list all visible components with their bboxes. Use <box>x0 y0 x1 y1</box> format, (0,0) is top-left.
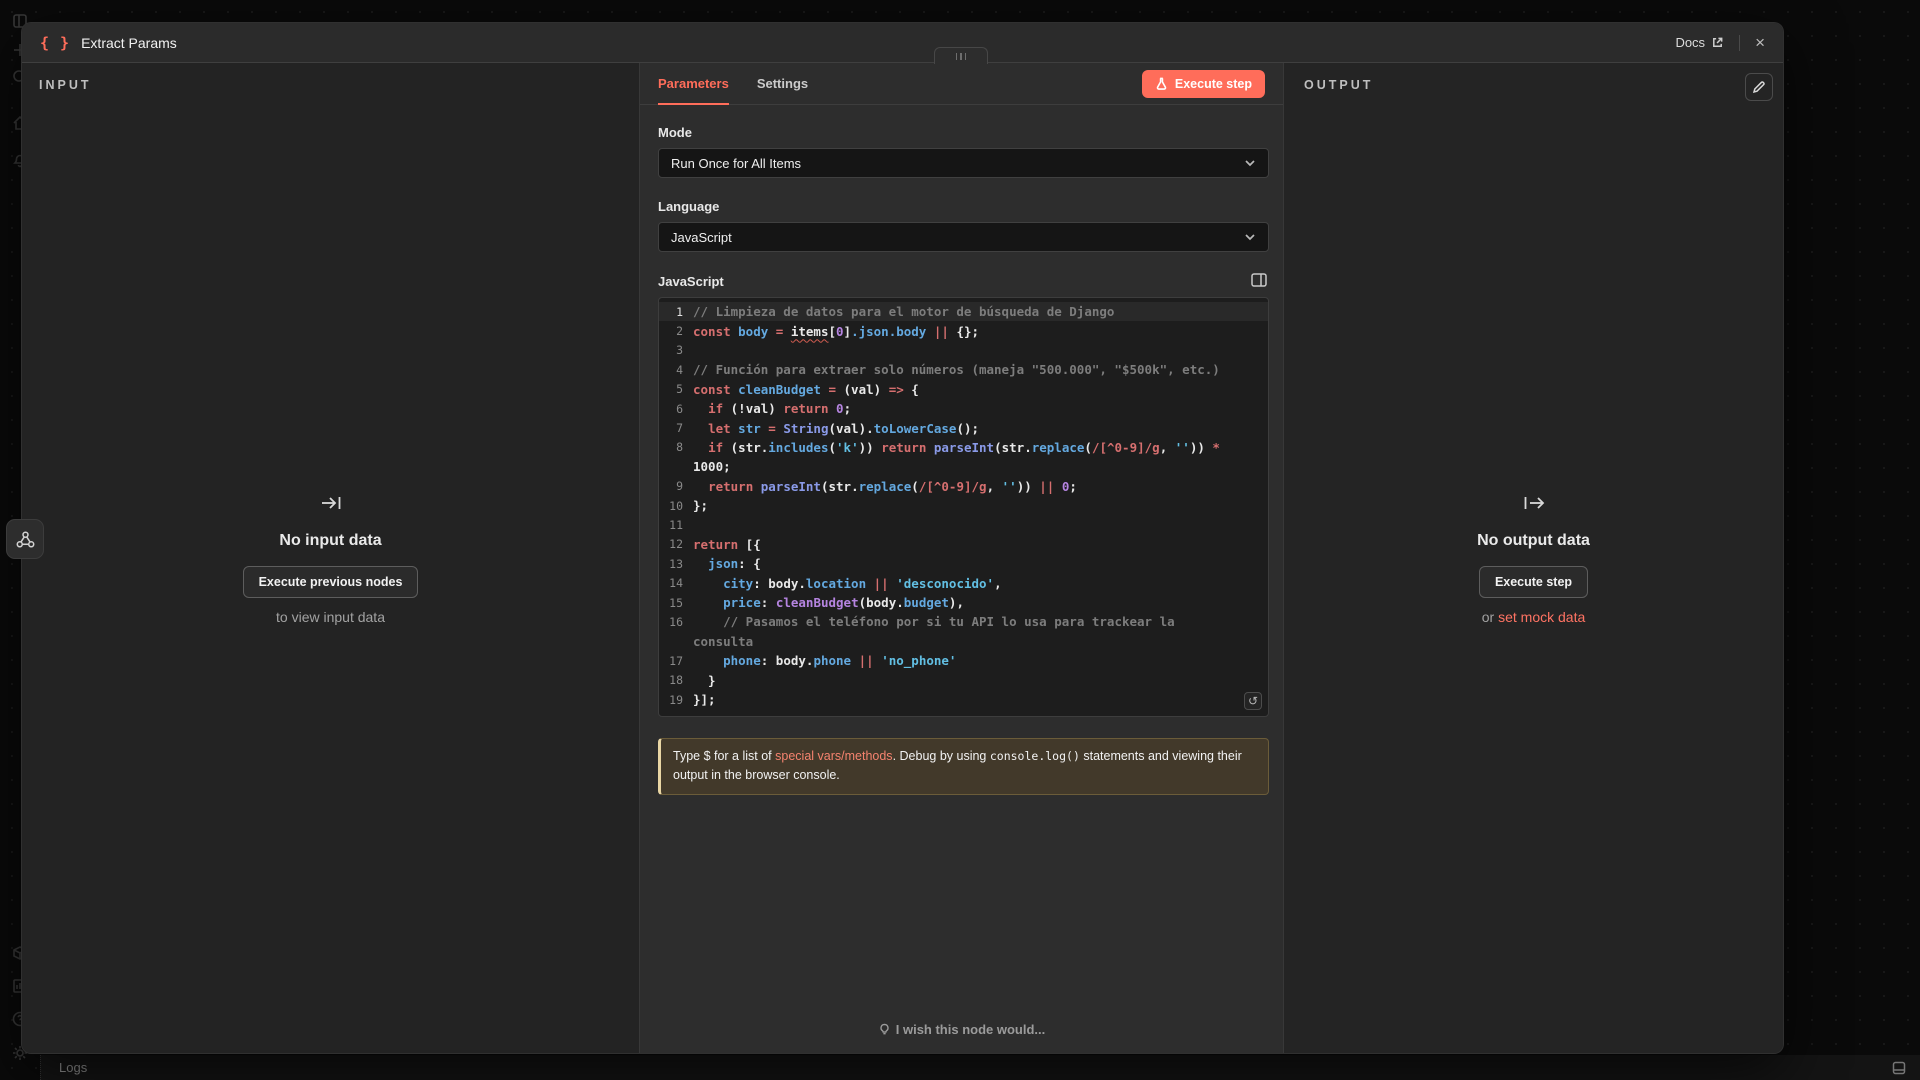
no-input-title: No input data <box>279 532 381 550</box>
code-line[interactable]: 14 city: body.location || 'desconocido', <box>659 573 1268 592</box>
code-line[interactable]: 16 // Pasamos el teléfono por si tu API … <box>659 612 1268 631</box>
logs-label: Logs <box>59 1060 87 1075</box>
hint-callout: Type $ for a list of special vars/method… <box>658 738 1269 795</box>
n8n-node-detail-view: { "colors": { "accent": "#ff6d5a", "call… <box>0 0 1920 1080</box>
panel-drag-handle[interactable] <box>934 47 988 64</box>
execute-step-label: Execute step <box>1175 77 1252 91</box>
input-empty-state: No input data Execute previous nodes to … <box>243 491 419 625</box>
pencil-icon <box>1752 80 1766 94</box>
console-log-code: console.log() <box>990 749 1080 763</box>
input-header: INPUT <box>39 78 92 92</box>
code-lines: 1// Limpieza de datos para el motor de b… <box>659 302 1268 709</box>
language-field: Language JavaScript <box>658 199 1269 252</box>
language-label: Language <box>658 199 1269 214</box>
code-line[interactable]: 13 json: { <box>659 554 1268 573</box>
webhook-icon <box>15 529 36 550</box>
flask-icon <box>1155 77 1168 90</box>
code-line[interactable]: 1000; <box>659 457 1268 476</box>
output-empty-state: No output data Execute step or set mock … <box>1477 491 1590 625</box>
code-editor-label: JavaScript <box>658 274 724 289</box>
modal-titlebar: { } Extract Params Docs × <box>22 23 1783 63</box>
chevron-down-icon <box>1244 157 1256 169</box>
code-line[interactable]: 7 let str = String(val).toLowerCase(); <box>659 418 1268 437</box>
wish-feedback-button[interactable]: I wish this node would... <box>640 1022 1283 1037</box>
tab-settings[interactable]: Settings <box>757 63 808 104</box>
code-field: JavaScript 1// Limpieza de datos para el… <box>658 273 1269 717</box>
mode-field: Mode Run Once for All Items <box>658 125 1269 178</box>
code-line[interactable]: 3 <box>659 341 1268 360</box>
edit-output-button[interactable] <box>1745 73 1773 101</box>
code-line[interactable]: 6 if (!val) return 0; <box>659 399 1268 418</box>
mode-value: Run Once for All Items <box>671 156 801 171</box>
wish-label: I wish this node would... <box>896 1022 1046 1037</box>
code-line[interactable]: 17 phone: body.phone || 'no_phone' <box>659 651 1268 670</box>
undo-icon[interactable]: ↺ <box>1244 692 1262 710</box>
code-line[interactable]: 2const body = items[0].json.body || {}; <box>659 321 1268 340</box>
docs-label: Docs <box>1675 35 1705 50</box>
node-title[interactable]: Extract Params <box>81 35 177 51</box>
mode-label: Mode <box>658 125 1269 140</box>
code-line[interactable]: 10}; <box>659 496 1268 515</box>
output-panel: OUTPUT No output data Execute step or se… <box>1283 63 1783 1053</box>
code-line[interactable]: 15 price: cleanBudget(body.budget), <box>659 593 1268 612</box>
output-hint: or set mock data <box>1482 609 1586 625</box>
code-line[interactable]: 11 <box>659 515 1268 534</box>
callout-text: Type $ for a list of <box>673 749 775 763</box>
code-line[interactable]: 4// Función para extraer solo números (m… <box>659 360 1268 379</box>
execute-previous-nodes-button[interactable]: Execute previous nodes <box>243 566 419 598</box>
expand-logs-icon[interactable] <box>1892 1061 1906 1075</box>
code-line[interactable]: 18 } <box>659 670 1268 689</box>
modal-body: INPUT No input data Execute previous nod… <box>22 63 1783 1053</box>
tabs-row: Parameters Settings Execute step <box>640 63 1283 105</box>
special-vars-link[interactable]: special vars/methods <box>775 749 892 763</box>
node-detail-modal: { } Extract Params Docs × INPUT No input… <box>22 23 1783 1053</box>
code-editor[interactable]: 1// Limpieza de datos para el motor de b… <box>658 297 1269 717</box>
lightbulb-icon <box>878 1023 891 1036</box>
webhook-node-chip[interactable] <box>6 519 44 559</box>
close-icon[interactable]: × <box>1755 34 1765 51</box>
code-line[interactable]: 8 if (str.includes('k')) return parseInt… <box>659 438 1268 457</box>
parameters-column: Parameters Settings Execute step Mode Ru… <box>640 63 1283 1053</box>
code-line[interactable]: 1// Limpieza de datos para el motor de b… <box>659 302 1268 321</box>
no-output-title: No output data <box>1477 532 1590 550</box>
docs-link[interactable]: Docs <box>1675 35 1724 50</box>
split-view-icon[interactable] <box>1251 273 1269 289</box>
output-header: OUTPUT <box>1304 78 1373 92</box>
set-mock-data-link[interactable]: set mock data <box>1498 609 1585 625</box>
code-line[interactable]: 9 return parseInt(str.replace(/[^0-9]/g,… <box>659 477 1268 496</box>
titlebar-divider <box>1739 35 1740 51</box>
output-execute-step-button[interactable]: Execute step <box>1479 566 1588 598</box>
arrow-out-of-bar-icon <box>1522 491 1546 520</box>
tab-parameters[interactable]: Parameters <box>658 63 729 104</box>
language-select[interactable]: JavaScript <box>658 222 1269 252</box>
execute-step-button[interactable]: Execute step <box>1142 70 1265 98</box>
code-line[interactable]: 12return [{ <box>659 535 1268 554</box>
input-panel: INPUT No input data Execute previous nod… <box>22 63 640 1053</box>
mode-select[interactable]: Run Once for All Items <box>658 148 1269 178</box>
code-line[interactable]: consulta <box>659 632 1268 651</box>
chevron-down-icon <box>1244 231 1256 243</box>
external-link-icon <box>1711 36 1724 49</box>
code-line[interactable]: 19}]; <box>659 690 1268 709</box>
language-value: JavaScript <box>671 230 732 245</box>
code-node-icon: { } <box>40 34 70 52</box>
code-line[interactable]: 5const cleanBudget = (val) => { <box>659 380 1268 399</box>
parameters-scroll-area: Mode Run Once for All Items Language Jav… <box>640 105 1283 1053</box>
arrow-into-bar-icon <box>319 491 343 520</box>
logs-bar[interactable]: Logs <box>40 1055 1920 1080</box>
input-hint: to view input data <box>276 609 385 625</box>
